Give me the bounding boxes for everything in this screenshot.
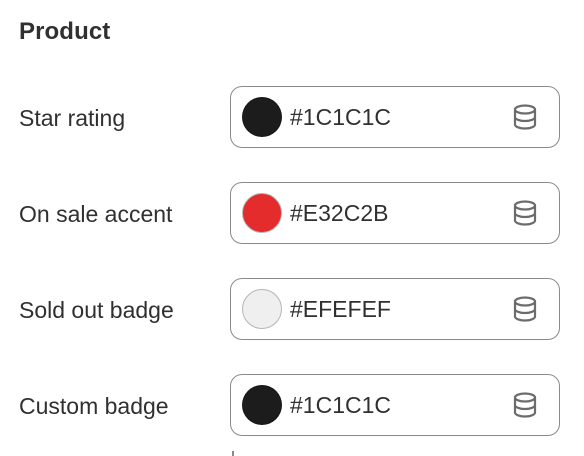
color-hex-value[interactable]: #EFEFEF: [290, 279, 391, 339]
setting-row-star-rating: Star rating #1C1C1C: [0, 86, 584, 150]
setting-label: Sold out badge: [19, 297, 174, 323]
color-swatch[interactable]: [242, 289, 282, 329]
setting-label: On sale accent: [19, 201, 173, 227]
color-swatch[interactable]: [242, 97, 282, 137]
next-field-edge: [232, 451, 234, 456]
database-icon[interactable]: [511, 295, 539, 323]
setting-label: Custom badge: [19, 393, 169, 419]
product-color-settings-panel: Product Star rating #1C1C1C On sale acce…: [0, 0, 584, 456]
setting-row-sold-out-badge: Sold out badge #EFEFEF: [0, 278, 584, 342]
color-input-field[interactable]: #1C1C1C: [230, 86, 560, 148]
color-hex-value[interactable]: #E32C2B: [290, 183, 388, 243]
database-icon[interactable]: [511, 391, 539, 419]
color-input-field[interactable]: #E32C2B: [230, 182, 560, 244]
color-swatch[interactable]: [242, 193, 282, 233]
database-icon[interactable]: [511, 199, 539, 227]
setting-label: Star rating: [19, 105, 126, 131]
color-hex-value[interactable]: #1C1C1C: [290, 375, 391, 435]
color-hex-value[interactable]: #1C1C1C: [290, 87, 391, 147]
color-swatch[interactable]: [242, 385, 282, 425]
section-title: Product: [19, 18, 111, 45]
setting-row-custom-badge: Custom badge #1C1C1C: [0, 374, 584, 438]
color-input-field[interactable]: #EFEFEF: [230, 278, 560, 340]
database-icon[interactable]: [511, 103, 539, 131]
setting-row-on-sale-accent: On sale accent #E32C2B: [0, 182, 584, 246]
color-input-field[interactable]: #1C1C1C: [230, 374, 560, 436]
